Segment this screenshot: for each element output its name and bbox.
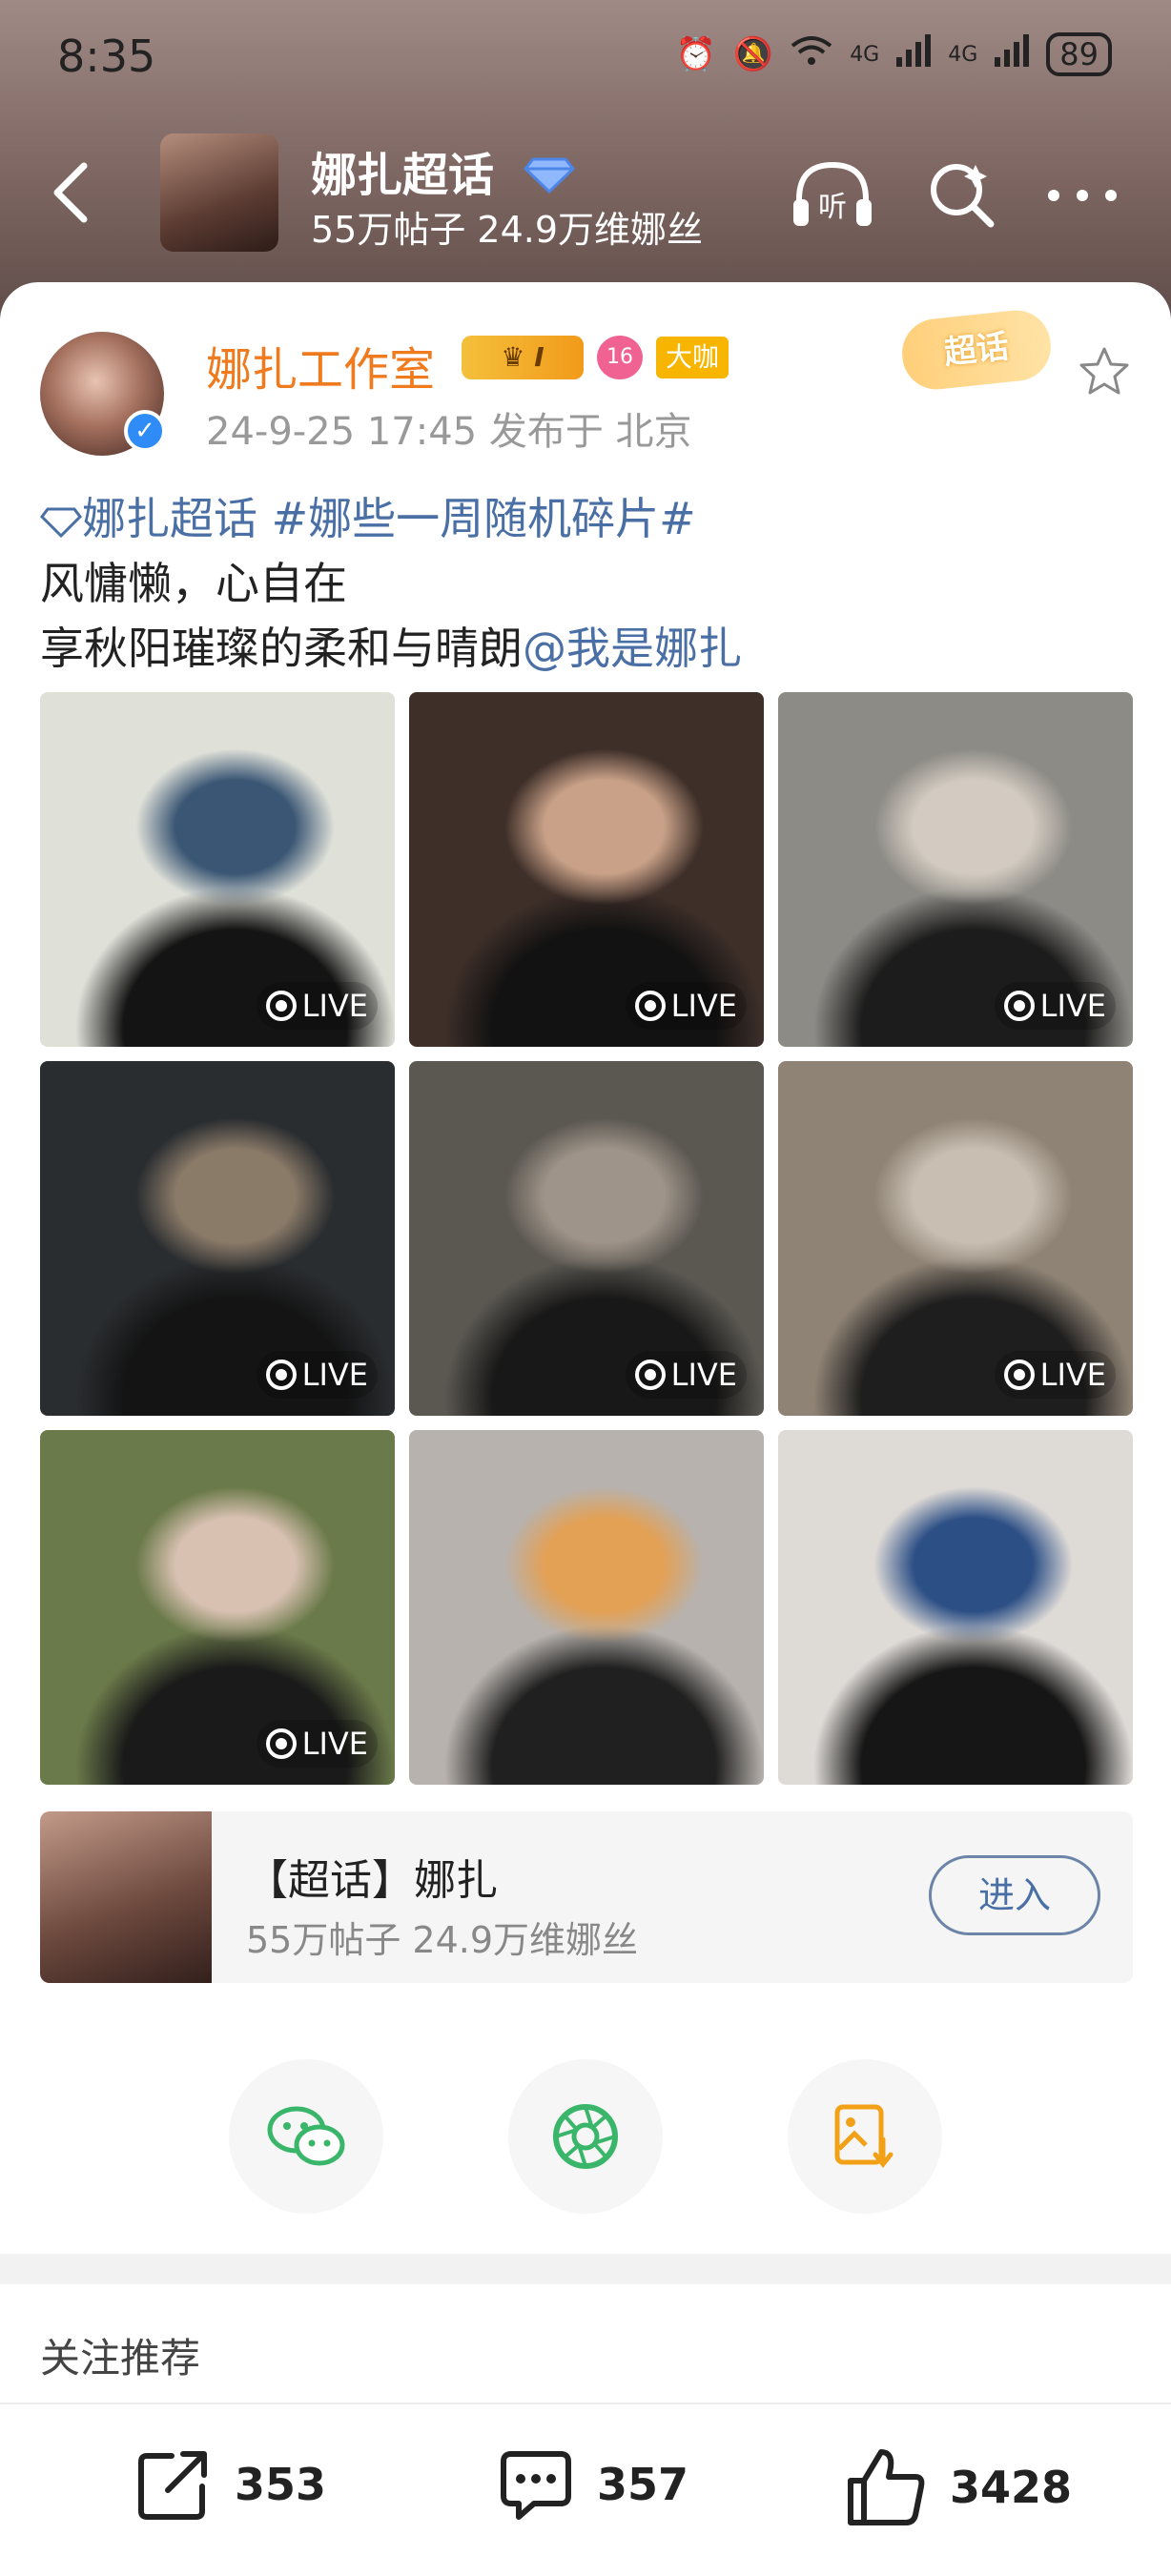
battery-indicator: 89	[1046, 32, 1112, 76]
more-icon	[1048, 190, 1117, 201]
section-divider	[0, 2254, 1171, 2284]
mention-link[interactable]: @我是娜扎	[523, 623, 742, 674]
status-bar: 8:35 ⏰ 🔕 4G 4G 89	[0, 0, 1171, 114]
page-title: 娜扎超话	[311, 137, 575, 205]
live-badge: LIVE	[994, 982, 1116, 1030]
topic-header: 娜扎超话 55万帖子 24.9万维娜丝 听	[0, 124, 1171, 267]
live-icon	[265, 991, 297, 1021]
photo-thumbnail[interactable]: LIVE	[40, 1430, 395, 1785]
supertopic-subtitle: 55万帖子 24.9万维娜丝	[246, 1919, 639, 1961]
back-button[interactable]	[42, 154, 99, 231]
photo-thumbnail[interactable]: LIVE	[40, 692, 395, 1047]
live-icon	[634, 1360, 666, 1390]
star-icon	[1079, 347, 1129, 395]
follow-recommend-title: 关注推荐	[40, 2335, 201, 2382]
topic-avatar[interactable]	[160, 133, 278, 252]
hashtag-link[interactable]: #娜些一周随机碎片#	[272, 493, 696, 544]
live-icon	[1003, 991, 1035, 1021]
live-label: LIVE	[301, 1726, 368, 1762]
signal-4g-label: 4G	[850, 42, 880, 67]
like-count: 3428	[950, 2462, 1073, 2513]
mute-icon: 🔕	[732, 35, 774, 73]
crown-badge-level: I	[534, 341, 544, 373]
status-icons: ⏰ 🔕 4G 4G 89	[675, 32, 1112, 76]
comment-count: 357	[597, 2459, 689, 2510]
live-label: LIVE	[670, 988, 737, 1024]
save-image-button[interactable]	[788, 2059, 942, 2214]
repost-count: 353	[235, 2459, 327, 2510]
share-moments-button[interactable]	[508, 2059, 663, 2214]
more-button[interactable]	[1039, 153, 1125, 238]
comment-button[interactable]: 357	[496, 2444, 688, 2525]
crown-badge[interactable]: ♛ I	[462, 336, 584, 379]
wifi-icon	[791, 34, 832, 75]
enter-button[interactable]: 进入	[929, 1855, 1100, 1935]
repost-button[interactable]: 353	[134, 2444, 326, 2525]
live-label: LIVE	[301, 988, 368, 1024]
post-line-3: 享秋阳璀璨的柔和与晴朗@我是娜扎	[40, 616, 1137, 681]
alarm-icon: ⏰	[675, 35, 716, 73]
level-badge[interactable]: 16	[597, 336, 643, 379]
live-badge: LIVE	[625, 1351, 747, 1399]
live-icon	[265, 1360, 297, 1390]
chevron-left-icon	[53, 162, 88, 223]
diamond-icon	[40, 507, 82, 539]
live-badge: LIVE	[256, 982, 378, 1030]
photo-thumbnail[interactable]: LIVE	[778, 692, 1133, 1047]
supertopic-card[interactable]: 【超话】娜扎 55万帖子 24.9万维娜丝 进入	[40, 1811, 1133, 1983]
photo-thumbnail[interactable]	[778, 1430, 1133, 1785]
signal-4g-label-2: 4G	[948, 42, 978, 67]
live-badge: LIVE	[256, 1351, 378, 1399]
photo-thumbnail[interactable]: LIVE	[40, 1061, 395, 1416]
like-button[interactable]: 3428	[843, 2444, 1072, 2530]
post-text: 娜扎超话 #娜些一周随机碎片# 风慵懒，心自在 享秋阳璀璨的柔和与晴朗@我是娜扎	[40, 486, 1137, 681]
save-image-icon	[834, 2104, 894, 2169]
search-button[interactable]	[919, 153, 1005, 238]
moments-icon	[553, 2104, 618, 2169]
photo-thumbnail[interactable]: LIVE	[409, 692, 764, 1047]
live-label: LIVE	[301, 1357, 368, 1393]
live-badge: LIVE	[994, 1351, 1116, 1399]
author-name[interactable]: 娜扎工作室	[206, 332, 435, 399]
topic-link[interactable]: 娜扎超话	[40, 493, 272, 544]
photo-thumbnail[interactable]	[409, 1430, 764, 1785]
bottom-action-bar: 353 357 3428	[0, 2402, 1171, 2576]
listen-button[interactable]: 听	[790, 153, 875, 238]
live-label: LIVE	[670, 1357, 737, 1393]
verified-icon: ✓	[124, 410, 166, 452]
photo-thumbnail[interactable]: LIVE	[409, 1061, 764, 1416]
live-label: LIVE	[1039, 988, 1106, 1024]
signal-bars-icon-2	[995, 33, 1030, 75]
topic-link-text: 娜扎超话	[82, 493, 257, 544]
photo-thumbnail[interactable]: LIVE	[778, 1061, 1133, 1416]
supertopic-thumbnail	[40, 1811, 212, 1983]
supertopic-title: 【超话】娜扎	[246, 1856, 498, 1905]
live-badge: LIVE	[256, 1720, 378, 1768]
thumbs-up-icon	[848, 2449, 925, 2525]
headphones-icon: 听	[793, 161, 872, 226]
live-icon	[634, 991, 666, 1021]
listen-label: 听	[818, 191, 847, 224]
live-badge: LIVE	[625, 982, 747, 1030]
live-icon	[265, 1728, 297, 1759]
search-icon	[931, 164, 995, 228]
live-label: LIVE	[1039, 1357, 1106, 1393]
page-subtitle: 55万帖子 24.9万维娜丝	[311, 209, 704, 251]
live-icon	[1003, 1360, 1035, 1390]
photo-grid: LIVE LIVE LIVE LIVE LIVE LIVE LIVE	[40, 692, 1133, 1785]
status-time: 8:35	[57, 31, 156, 82]
page-title-text: 娜扎超话	[311, 149, 495, 202]
author-badges: ♛ I 16 大咖	[462, 336, 729, 379]
post-line-3-text: 享秋阳璀璨的柔和与晴朗	[40, 623, 523, 674]
post-meta: 24-9-25 17:45 发布于 北京	[206, 410, 692, 454]
share-wechat-button[interactable]	[229, 2059, 383, 2214]
repost-icon	[138, 2451, 207, 2520]
favorite-button[interactable]	[1076, 343, 1133, 400]
comment-icon	[501, 2451, 571, 2520]
dakan-badge[interactable]: 大咖	[656, 337, 729, 378]
post-line-2: 风慵懒，心自在	[40, 558, 347, 609]
wechat-icon	[267, 2106, 345, 2166]
signal-bars-icon	[896, 33, 932, 75]
diamond-icon	[523, 152, 575, 205]
